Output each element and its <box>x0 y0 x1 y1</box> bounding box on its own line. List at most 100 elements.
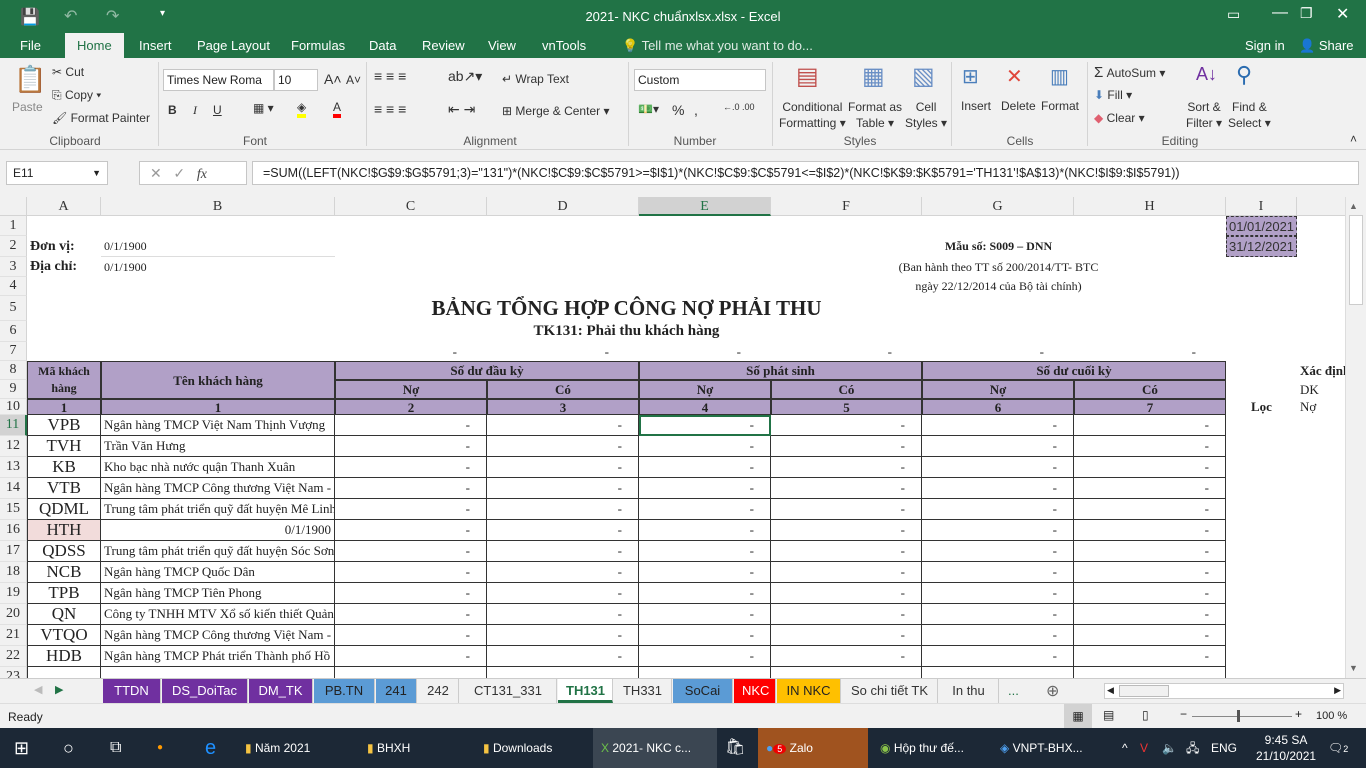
antivirus-icon[interactable]: V <box>1140 728 1148 768</box>
taskbar-item[interactable]: ▮ BHXH <box>367 728 410 768</box>
row-header-14[interactable]: 14 <box>0 478 27 499</box>
select-all-corner[interactable] <box>0 197 27 216</box>
scroll-left-icon[interactable]: ◀ <box>1107 685 1114 696</box>
sheet-tab-dm-tk[interactable]: DM_TK <box>249 679 313 703</box>
scroll-thumb[interactable] <box>1349 215 1363 305</box>
delete-button[interactable]: Delete <box>1001 99 1036 113</box>
tab-vntools[interactable]: vnTools <box>530 33 598 58</box>
tab-home[interactable]: Home <box>65 33 124 58</box>
column-header-I[interactable]: I <box>1226 197 1297 216</box>
tab-page-layout[interactable]: Page Layout <box>185 33 282 58</box>
row-header-10[interactable]: 10 <box>0 399 27 415</box>
sheet-tab-pb-tn[interactable]: PB.TN <box>314 679 375 703</box>
sheet-tab-242[interactable]: 242 <box>418 679 459 703</box>
sheet-tab-ds-doitac[interactable]: DS_DoiTac <box>162 679 248 703</box>
paste-button[interactable]: Paste <box>12 100 43 114</box>
insert-function-icon[interactable]: fx <box>197 167 207 182</box>
scroll-up-icon[interactable]: ▲ <box>1349 201 1358 211</box>
column-header[interactable] <box>1297 197 1345 216</box>
search-icon[interactable]: ○ <box>63 728 74 768</box>
comma-button[interactable]: , <box>694 102 698 118</box>
taskbar-item[interactable]: ◉ Hộp thư đế... <box>880 728 964 768</box>
conditional-formatting-button[interactable]: Conditional Formatting ▾ <box>779 99 846 131</box>
tray-chevron-icon[interactable]: ^ <box>1122 728 1128 768</box>
row-header-9[interactable]: 9 <box>0 380 27 399</box>
more-sheets-icon[interactable]: ... <box>1000 679 1027 703</box>
column-header-C[interactable]: C <box>335 197 487 216</box>
zoom-in-icon[interactable]: + <box>1295 707 1302 721</box>
sheet-tab-241[interactable]: 241 <box>376 679 417 703</box>
tab-formulas[interactable]: Formulas <box>279 33 357 58</box>
close-icon[interactable]: ✕ <box>1336 4 1349 24</box>
task-view-icon[interactable]: ⧉ <box>110 728 121 768</box>
format-cells-icon[interactable]: ▥ <box>1050 64 1069 89</box>
row-header-4[interactable]: 4 <box>0 277 27 296</box>
scroll-right-icon[interactable]: ▶ <box>1334 685 1341 696</box>
row-header-19[interactable]: 19 <box>0 583 27 604</box>
active-cell[interactable]: - <box>639 415 771 436</box>
autosum-button[interactable]: Σ AutoSum ▾ <box>1094 64 1165 81</box>
windows-start-icon[interactable]: ⊞ <box>14 728 29 768</box>
copy-button[interactable]: ⎘ Copy ▾ <box>52 88 101 103</box>
taskbar-item[interactable]: ◈ VNPT-BHX... <box>1000 728 1083 768</box>
row-header-7[interactable]: 7 <box>0 342 27 361</box>
wrap-text-button[interactable]: ↵ Wrap Text <box>502 72 569 86</box>
font-color-icon[interactable]: A <box>333 100 342 118</box>
percent-button[interactable]: % <box>672 102 684 118</box>
bold-button[interactable]: B <box>168 103 177 117</box>
tab-file[interactable]: File <box>8 33 53 58</box>
row-header-22[interactable]: 22 <box>0 646 27 667</box>
restore-icon[interactable]: ❐ <box>1300 5 1313 22</box>
insert-button[interactable]: Insert <box>961 99 991 113</box>
orientation-icon[interactable]: ab↗▾ <box>448 68 482 85</box>
scroll-down-icon[interactable]: ▼ <box>1349 663 1358 673</box>
volume-icon[interactable]: 🔈 <box>1162 728 1177 768</box>
underline-button[interactable]: U <box>213 103 222 117</box>
indent-icon[interactable]: ⇤ ⇥ <box>448 101 475 118</box>
row-header-5[interactable]: 5 <box>0 296 27 321</box>
clear-button[interactable]: ◆ Clear ▾ <box>1094 111 1145 125</box>
accounting-icon[interactable]: 💵▾ <box>638 102 659 116</box>
fill-button[interactable]: ⬇ Fill ▾ <box>1094 88 1132 102</box>
column-header-E[interactable]: E <box>639 197 771 216</box>
sheet-tab-so-chi-ti-t-tk[interactable]: So chi tiết TK <box>842 679 938 703</box>
row-header-3[interactable]: 3 <box>0 257 27 277</box>
sheet-tab-th331[interactable]: TH331 <box>614 679 672 703</box>
row-header-21[interactable]: 21 <box>0 625 27 646</box>
network-icon[interactable]: 🖧 <box>1186 728 1199 768</box>
paste-icon[interactable]: 📋 <box>14 64 46 95</box>
format-as-table-button[interactable]: Format as Table ▾ <box>848 99 902 131</box>
horizontal-scrollbar[interactable]: ◀ ▶ <box>1104 683 1344 699</box>
top-align-icon[interactable]: ≡ ≡ ≡ <box>374 68 406 84</box>
sheet-tab-ct131-331[interactable]: CT131_331 <box>460 679 557 703</box>
italic-button[interactable]: I <box>193 103 197 118</box>
column-header-D[interactable]: D <box>487 197 639 216</box>
format-table-icon[interactable]: ▦ <box>862 62 885 91</box>
prev-sheet-icon[interactable]: ◀ <box>34 683 42 696</box>
zoom-level[interactable]: 100 % <box>1316 710 1347 722</box>
sheet-tab-th131[interactable]: TH131 <box>558 679 613 703</box>
vertical-scrollbar[interactable]: ▲ ▼ <box>1345 197 1366 678</box>
clock[interactable]: 9:45 SA 21/10/2021 <box>1256 728 1316 768</box>
tab-insert[interactable]: Insert <box>127 33 184 58</box>
delete-cells-icon[interactable]: ✕ <box>1006 64 1023 89</box>
decimal-icon[interactable]: ←.0 .00 <box>723 102 755 112</box>
enter-icon[interactable]: ✓ <box>173 165 185 181</box>
sheet-tab-socai[interactable]: SoCai <box>673 679 733 703</box>
row-header-12[interactable]: 12 <box>0 436 27 457</box>
column-header-G[interactable]: G <box>922 197 1074 216</box>
taskbar-item[interactable]: ▮ Downloads <box>483 728 552 768</box>
store-icon[interactable]: 🛍 <box>725 728 745 768</box>
hscroll-thumb[interactable] <box>1119 685 1169 697</box>
taskbar-item-zalo[interactable]: ● 5 Zalo <box>758 728 868 768</box>
normal-view-icon[interactable]: ▦ <box>1064 704 1092 728</box>
name-box[interactable]: E11 ▼ <box>6 161 108 185</box>
row-header-2[interactable]: 2 <box>0 236 27 257</box>
shrink-font-icon[interactable]: A˅ <box>346 73 361 87</box>
format-button[interactable]: Format <box>1041 99 1079 113</box>
find-select-button[interactable]: Find & Select ▾ <box>1228 99 1271 131</box>
row-header-6[interactable]: 6 <box>0 321 27 342</box>
zoom-slider[interactable] <box>1192 716 1292 717</box>
magnifier-icon[interactable]: ⚲ <box>1236 62 1252 88</box>
collapse-ribbon-icon[interactable]: ˄ <box>1350 132 1357 146</box>
